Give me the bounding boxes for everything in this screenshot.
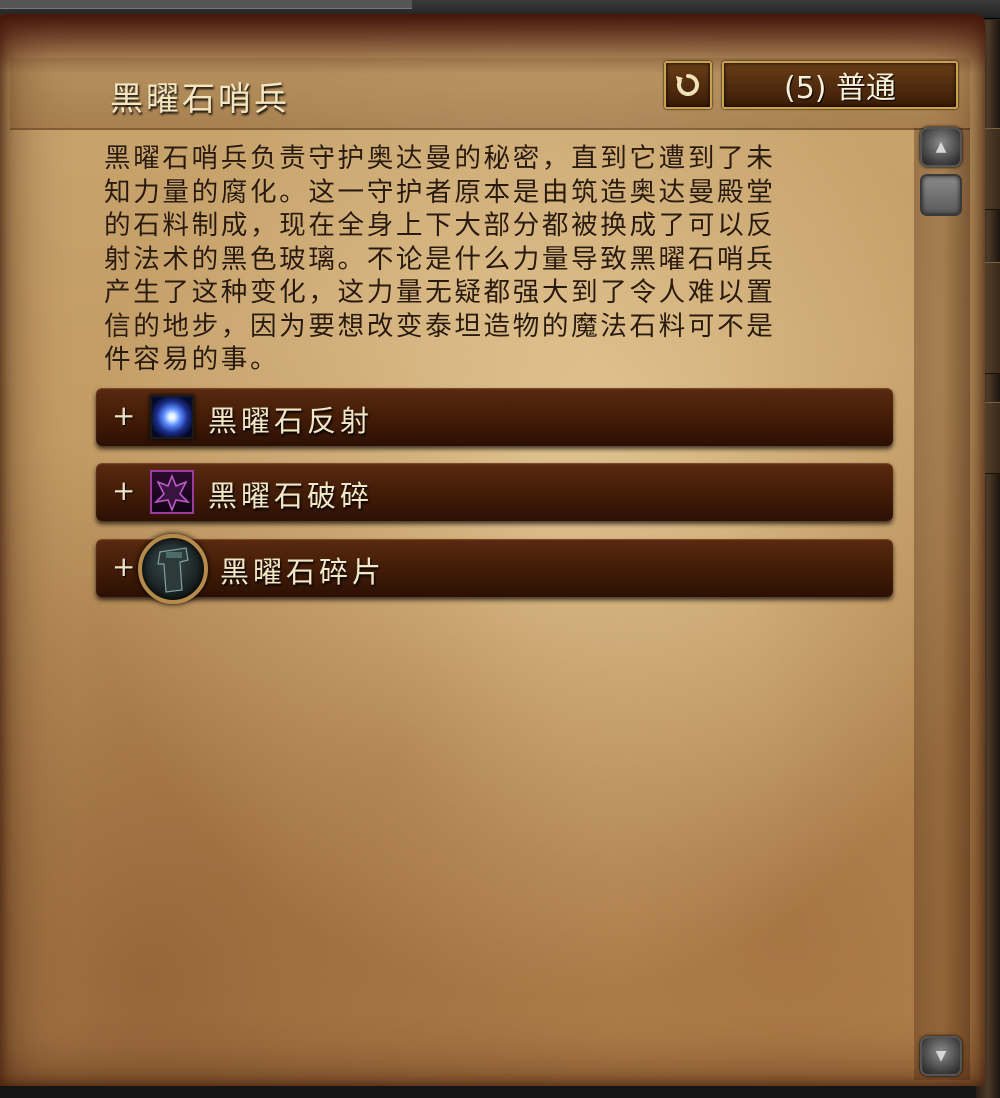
difficulty-dropdown[interactable]: (5) 普通 — [722, 61, 958, 109]
description-line: 射法术的黑色玻璃。不论是什么力量导致黑曜石哨兵 — [104, 243, 776, 275]
ability-label: 黑曜石碎片 — [220, 555, 386, 589]
obsidian-reflection-icon — [150, 395, 194, 439]
scroll-up-arrow-icon[interactable]: ▲ — [920, 127, 962, 167]
shatter-figure-icon — [153, 473, 191, 513]
description-line: 产生了这种变化，这力量无疑都强大到了令人难以置 — [104, 277, 776, 308]
ability-label: 黑曜石破碎 — [208, 479, 374, 513]
expand-icon[interactable]: + — [112, 474, 135, 507]
ability-row-obsidian-reflection[interactable]: + 黑曜石反射 — [96, 388, 893, 446]
description-line: 知力量的腐化。这一守护者原本是由筑造奥达曼殿堂 — [104, 176, 776, 208]
description-line: 黑曜石哨兵负责守护奥达曼的秘密，直到它遭到了未 — [104, 143, 776, 174]
reset-button[interactable] — [664, 61, 712, 109]
expand-icon[interactable]: + — [112, 399, 135, 432]
expand-icon[interactable]: + — [112, 550, 135, 583]
description-line: 件容易的事。 — [104, 344, 280, 375]
boss-description: 黑曜石哨兵负责守护奥达曼的秘密，直到它遭到了未 知力量的腐化。这一守护者原本是由… — [104, 142, 884, 377]
ability-row-obsidian-shatter[interactable]: + 黑曜石破碎 — [96, 463, 893, 521]
shard-portrait-icon — [157, 547, 189, 593]
ability-label: 黑曜石反射 — [208, 404, 374, 438]
obsidian-shatter-icon — [150, 470, 194, 514]
window-top-edge — [0, 0, 412, 9]
scrollbar-track[interactable] — [914, 128, 970, 1080]
scrollbar-thumb[interactable] — [920, 174, 962, 216]
description-line: 信的地步，因为要想改变泰坦造物的魔法石料可不是 — [104, 310, 776, 342]
boss-title: 黑曜石哨兵 — [110, 79, 290, 118]
obsidian-shard-icon — [138, 534, 208, 604]
ability-row-obsidian-shard[interactable]: + 黑曜石碎片 — [96, 534, 893, 604]
reset-arrow-icon — [676, 74, 699, 96]
description-line: 的石料制成，现在全身上下大部分都被换成了可以反 — [104, 210, 776, 241]
scroll-down-arrow-icon[interactable]: ▼ — [920, 1036, 962, 1076]
